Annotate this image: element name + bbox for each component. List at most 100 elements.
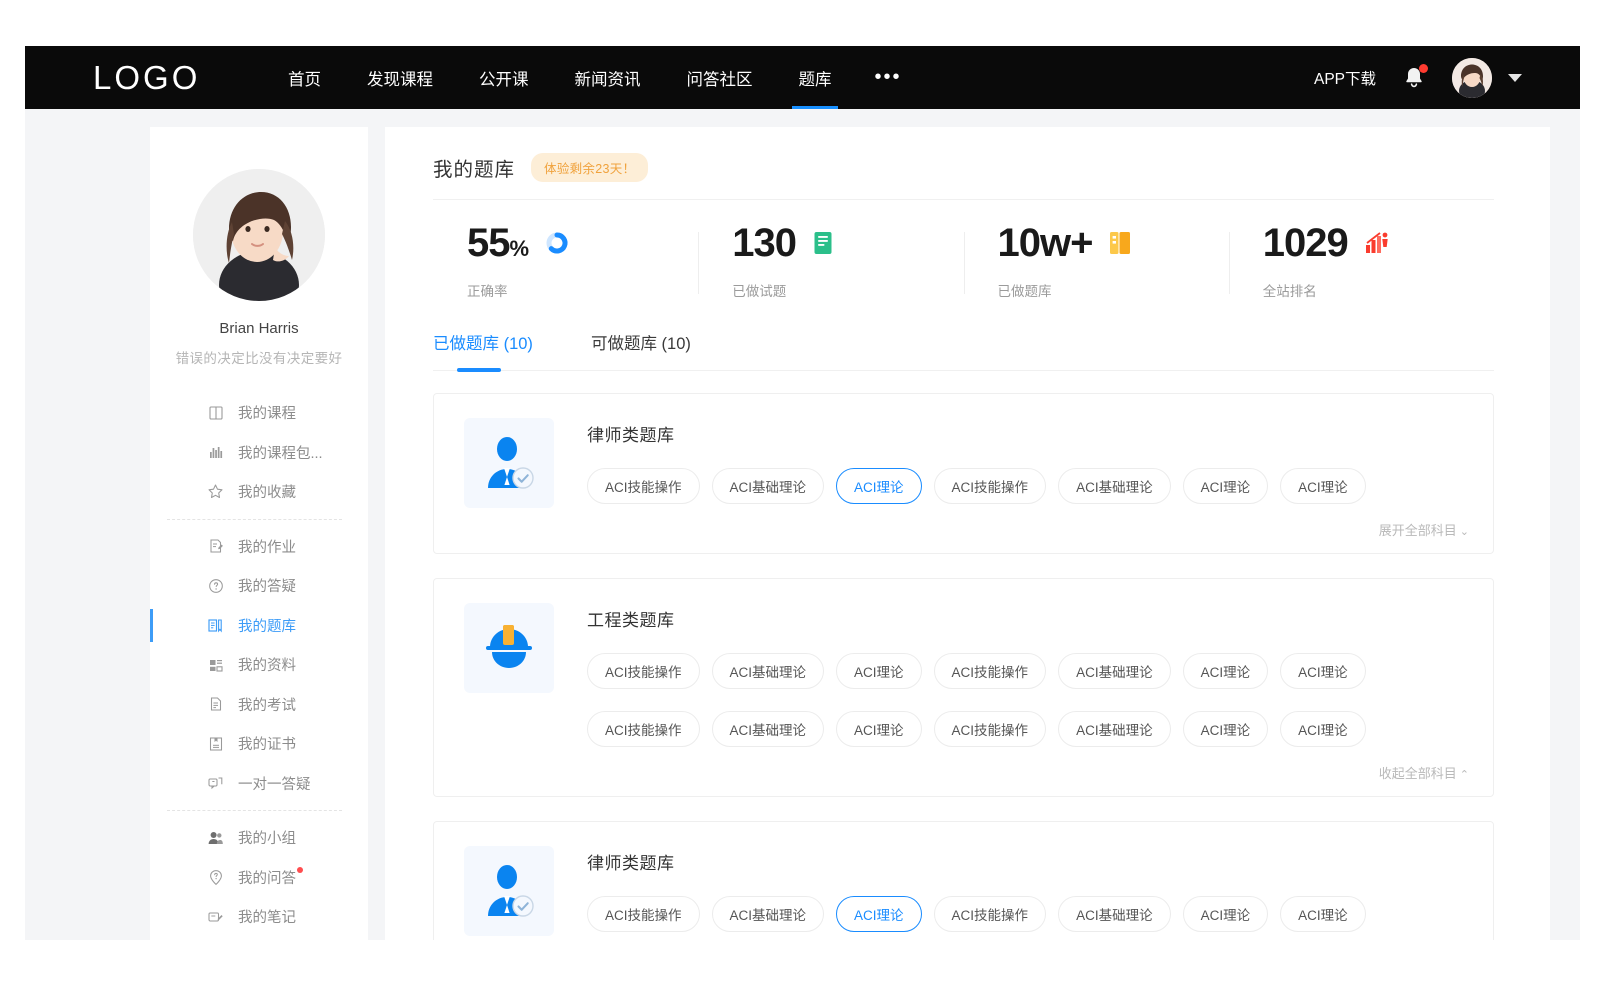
- toggle-subjects-link[interactable]: 展开全部科目⌄: [587, 520, 1469, 539]
- subject-tag[interactable]: ACI理论: [1183, 711, 1269, 747]
- exam-paper-icon: [207, 696, 224, 713]
- subject-tag[interactable]: ACI基础理论: [1058, 653, 1171, 689]
- sidebar-item-9[interactable]: 我的证书: [150, 724, 368, 764]
- red-rank-chart-icon: [1364, 229, 1390, 257]
- stat-value: 1029: [1263, 223, 1348, 263]
- subject-tag[interactable]: ACI理论: [1183, 653, 1269, 689]
- profile-avatar[interactable]: [193, 169, 325, 301]
- subject-tag[interactable]: ACI技能操作: [934, 896, 1047, 932]
- question-circle-icon: [207, 577, 224, 594]
- sidebar-item-label: 我的答疑: [238, 575, 296, 596]
- stat-label: 已做试题: [732, 280, 963, 300]
- subject-tag[interactable]: ACI理论: [836, 653, 922, 689]
- homework-icon: [207, 538, 224, 555]
- card-title: 律师类题库: [587, 421, 1469, 446]
- top-navigation-bar: LOGO 首页发现课程公开课新闻资讯问答社区题库 ••• APP下载: [25, 46, 1580, 109]
- stat-value-row: 10w+: [998, 223, 1229, 263]
- book-icon: [207, 404, 224, 421]
- card-body: 律师类题库ACI技能操作ACI基础理论ACI理论ACI技能操作ACI基础理论AC…: [554, 846, 1469, 936]
- subject-tag[interactable]: ACI理论: [1183, 468, 1269, 504]
- tab-1[interactable]: 已做题库 (10): [433, 330, 533, 370]
- card-title: 律师类题库: [587, 849, 1469, 874]
- subject-tag[interactable]: ACI基础理论: [712, 468, 825, 504]
- sidebar-item-10[interactable]: 一对一答疑: [150, 764, 368, 804]
- donut-progress-icon: [544, 229, 570, 257]
- stat-label: 全站排名: [1263, 280, 1494, 300]
- sidebar-item-label: 我的证书: [238, 733, 296, 754]
- nav-item-1[interactable]: 首页: [265, 46, 344, 109]
- sidebar-item-4[interactable]: 我的作业: [150, 527, 368, 567]
- profile-name: Brian Harris: [150, 320, 368, 337]
- nav-right-cluster: APP下载: [1314, 58, 1580, 98]
- subject-tag[interactable]: ACI基础理论: [1058, 896, 1171, 932]
- primary-nav: 首页发现课程公开课新闻资讯问答社区题库: [265, 46, 855, 109]
- subject-tag[interactable]: ACI理论: [1280, 653, 1366, 689]
- subject-tag[interactable]: ACI技能操作: [587, 896, 700, 932]
- sidebar-divider: [167, 519, 342, 520]
- sidebar-item-6[interactable]: 我的题库: [150, 606, 368, 646]
- site-logo[interactable]: LOGO: [93, 59, 253, 97]
- sidebar-item-1[interactable]: 我的课程: [150, 393, 368, 433]
- nav-item-5[interactable]: 问答社区: [664, 46, 776, 109]
- sidebar-item-label: 我的课程包...: [238, 442, 323, 463]
- subject-tag[interactable]: ACI技能操作: [934, 468, 1047, 504]
- sidebar-item-label: 我的收藏: [238, 481, 296, 502]
- sidebar-item-2[interactable]: 我的课程包...: [150, 433, 368, 473]
- toggle-subjects-label: 收起全部科目: [1379, 766, 1457, 781]
- chevron-down-icon[interactable]: [1508, 74, 1522, 82]
- sidebar-item-label: 我的课程: [238, 402, 296, 423]
- subject-tag[interactable]: ACI理论: [836, 711, 922, 747]
- nav-item-6[interactable]: 题库: [776, 46, 855, 109]
- stat-number: 55: [467, 221, 510, 265]
- subject-tag[interactable]: ACI技能操作: [934, 653, 1047, 689]
- card-body: 律师类题库 ACI技能操作 ACI基础理论 ACI理论 ACI技能操作 ACI基础理论 AC…: [554, 418, 1469, 539]
- sidebar-item-3[interactable]: 我的收藏: [150, 472, 368, 512]
- question-bank-icon: [207, 617, 224, 634]
- subject-tag[interactable]: ACI理论: [1280, 896, 1366, 932]
- nav-more-button[interactable]: •••: [855, 46, 922, 109]
- sidebar-item-label: 我的题库: [238, 615, 296, 636]
- subject-tag[interactable]: ACI理论: [836, 896, 922, 932]
- question-bank-card: 律师类题库 ACI技能操作 ACI基础理论 ACI理论 ACI技能操作 ACI基础理论 AC…: [433, 393, 1494, 554]
- stat-value-row: 55%: [467, 223, 698, 263]
- subject-tag[interactable]: ACI基础理论: [712, 896, 825, 932]
- subject-tag[interactable]: ACI理论: [836, 468, 922, 504]
- tab-2[interactable]: 可做题库 (10): [591, 330, 691, 370]
- nav-item-3[interactable]: 公开课: [456, 46, 552, 109]
- toggle-subjects-link[interactable]: 收起全部科目⌃: [587, 763, 1469, 782]
- subject-tag[interactable]: ACI基础理论: [712, 711, 825, 747]
- sidebar-item-12[interactable]: 我的问答: [150, 858, 368, 898]
- subject-tag[interactable]: ACI基础理论: [1058, 468, 1171, 504]
- subject-tag[interactable]: ACI技能操作: [587, 653, 700, 689]
- certificate-icon: [207, 735, 224, 752]
- stat-label: 正确率: [467, 280, 698, 300]
- notification-bell-icon[interactable]: [1402, 65, 1426, 91]
- subject-tag[interactable]: ACI技能操作: [587, 711, 700, 747]
- subject-tag[interactable]: ACI技能操作: [934, 711, 1047, 747]
- qa-pin-icon: [207, 869, 224, 886]
- sidebar-item-label: 我的笔记: [238, 906, 296, 927]
- nav-item-2[interactable]: 发现课程: [344, 46, 456, 109]
- subject-tag[interactable]: ACI理论: [1183, 896, 1269, 932]
- sidebar-item-11[interactable]: 我的小组: [150, 818, 368, 858]
- subject-tag[interactable]: ACI基础理论: [712, 653, 825, 689]
- sidebar-item-5[interactable]: 我的答疑: [150, 566, 368, 606]
- star-icon: [207, 483, 224, 500]
- stat-value: 130: [732, 223, 796, 263]
- avatar[interactable]: [1452, 58, 1492, 98]
- unread-dot: [297, 867, 303, 873]
- sidebar-item-7[interactable]: 我的资料: [150, 645, 368, 685]
- subject-tag-row: ACI技能操作 ACI基础理论 ACI理论 ACI技能操作 ACI基础理论 ACI理论 AC…: [587, 896, 1469, 932]
- sidebar-menu: 我的课程我的课程包... 我的收藏我的作业我的答疑我的题库我的资料我的考试我的证书…: [150, 393, 368, 940]
- lawyer-avatar-icon: [464, 846, 554, 936]
- subject-tag[interactable]: ACI技能操作: [587, 468, 700, 504]
- app-download-link[interactable]: APP下载: [1314, 67, 1376, 89]
- stat-card-2: 130 已做试题: [698, 223, 963, 300]
- sidebar-item-8[interactable]: 我的考试: [150, 685, 368, 725]
- chevron-toggle-icon: ⌄: [1460, 526, 1469, 538]
- sidebar-item-13[interactable]: 我的笔记: [150, 897, 368, 937]
- subject-tag[interactable]: ACI理论: [1280, 711, 1366, 747]
- nav-item-4[interactable]: 新闻资讯: [552, 46, 664, 109]
- subject-tag[interactable]: ACI理论: [1280, 468, 1366, 504]
- subject-tag[interactable]: ACI基础理论: [1058, 711, 1171, 747]
